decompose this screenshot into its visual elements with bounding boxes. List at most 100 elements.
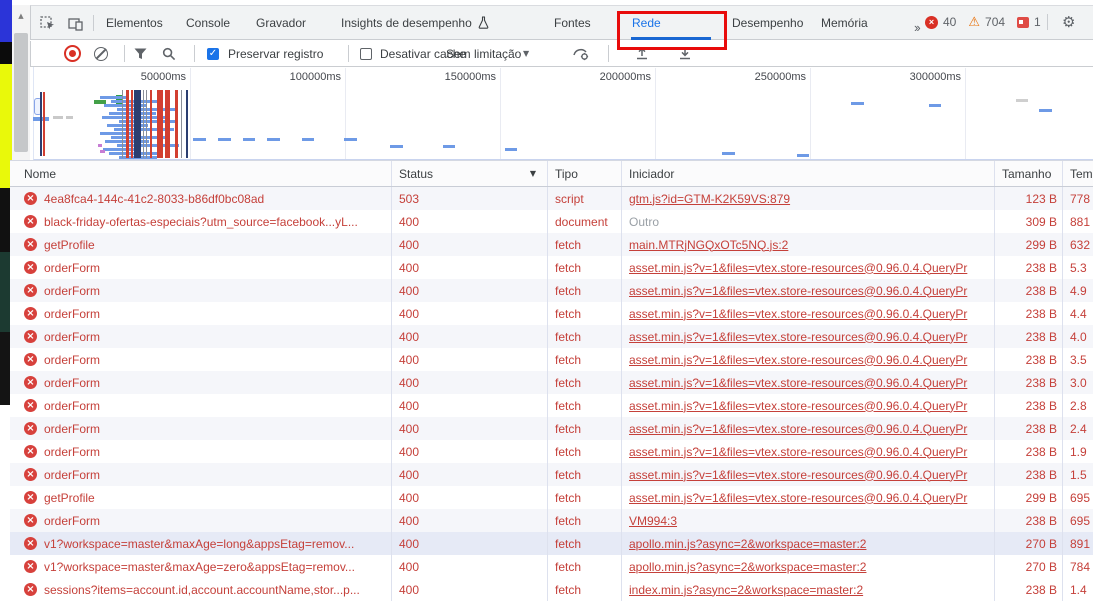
request-name-cell[interactable]: ×orderForm [10,463,392,486]
initiator-link[interactable]: asset.min.js?v=1&files=vtex.store-resour… [629,353,967,367]
scrollbar-thumb[interactable] [14,33,28,152]
request-name-cell[interactable]: ×orderForm [10,394,392,417]
initiator-link[interactable]: asset.min.js?v=1&files=vtex.store-resour… [629,284,967,298]
initiator-link[interactable]: gtm.js?id=GTM-K2K59VS:879 [629,192,790,206]
request-name-cell[interactable]: ×orderForm [10,348,392,371]
request-row[interactable]: ×v1?workspace=master&maxAge=long&appsEta… [10,532,1093,555]
request-name-cell[interactable]: ×orderForm [10,256,392,279]
tab-elementos[interactable]: Elementos [106,6,163,40]
request-row[interactable]: ×sessions?items=account.id,account.accou… [10,578,1093,601]
request-row[interactable]: ×orderForm400fetchasset.min.js?v=1&files… [10,348,1093,371]
tab-mem-ria[interactable]: Memória [821,6,868,40]
time-cell: 4.4 [1063,302,1093,325]
request-name-cell[interactable]: ×sessions?items=account.id,account.accou… [10,578,392,601]
column-header-name[interactable]: Nome [10,161,392,186]
kebab-menu-icon[interactable]: ⋮ [1089,15,1093,29]
preserve-log-checkbox[interactable]: ✓ [207,41,219,66]
request-row[interactable]: ×orderForm400fetchasset.min.js?v=1&files… [10,394,1093,417]
tab-gravador[interactable]: Gravador [256,6,306,40]
search-button[interactable] [162,41,176,66]
size-cell: 238 B [995,256,1063,279]
request-row[interactable]: ×orderForm400fetchasset.min.js?v=1&files… [10,256,1093,279]
request-name-cell[interactable]: ×black-friday-ofertas-especiais?utm_sour… [10,210,392,233]
scroll-up-arrow-icon[interactable]: ▲ [12,8,30,24]
initiator-link[interactable]: asset.min.js?v=1&files=vtex.store-resour… [629,261,967,275]
inspect-element-icon[interactable] [39,16,55,31]
column-header-size[interactable]: Tamanho [995,161,1063,186]
request-name-cell[interactable]: ×4ea8fca4-144c-41c2-8033-b86df0bc08ad [10,187,392,210]
request-row[interactable]: ×orderForm400fetchasset.min.js?v=1&files… [10,302,1093,325]
request-row[interactable]: ×orderForm400fetchasset.min.js?v=1&files… [10,325,1093,348]
request-name-cell[interactable]: ×orderForm [10,325,392,348]
request-name-cell[interactable]: ×orderForm [10,509,392,532]
column-header-initiator[interactable]: Iniciador [622,161,995,186]
request-row[interactable]: ×orderForm400fetchasset.min.js?v=1&files… [10,417,1093,440]
overview-handle[interactable] [34,98,42,115]
request-error-icon: × [24,399,37,412]
request-row[interactable]: ×black-friday-ofertas-especiais?utm_sour… [10,210,1093,233]
tab-console[interactable]: Console [186,6,230,40]
initiator-link[interactable]: asset.min.js?v=1&files=vtex.store-resour… [629,422,967,436]
initiator-link[interactable]: asset.min.js?v=1&files=vtex.store-resour… [629,330,967,344]
error-count: 40 [943,15,956,29]
network-conditions-button[interactable] [572,41,589,66]
network-overview-timeline[interactable]: 50000ms100000ms150000ms200000ms250000ms3… [33,67,1093,160]
request-name-cell[interactable]: ×orderForm [10,279,392,302]
request-row[interactable]: ×orderForm400fetchVM994:3238 B695 [10,509,1093,532]
tab-insights-de-desempenho[interactable]: Insights de desempenho [341,6,489,40]
request-row[interactable]: ×orderForm400fetchasset.min.js?v=1&files… [10,463,1093,486]
initiator-link[interactable]: apollo.min.js?async=2&workspace=master:2 [629,537,866,551]
request-name-cell[interactable]: ×v1?workspace=master&maxAge=zero&appsEta… [10,555,392,578]
page-scrollbar[interactable]: ▲ [12,5,30,160]
request-row[interactable]: ×getProfile400fetchasset.min.js?v=1&file… [10,486,1093,509]
dropdown-arrow-icon[interactable]: ▼ [523,41,529,66]
request-name-cell[interactable]: ×v1?workspace=master&maxAge=long&appsEta… [10,532,392,555]
initiator-link[interactable]: index.min.js?async=2&workspace=master:2 [629,583,863,597]
time-cell: 695 [1063,509,1093,532]
more-tabs-chevron-icon[interactable]: ›› [914,11,919,45]
disable-cache-checkbox[interactable] [360,41,372,66]
settings-gear-icon[interactable]: ⚙ [1062,15,1075,30]
request-name-cell[interactable]: ×getProfile [10,486,392,509]
initiator-cell: apollo.min.js?async=2&workspace=master:2 [622,532,995,555]
type-cell: fetch [548,302,622,325]
column-header-type[interactable]: Tipo [548,161,622,186]
device-toolbar-icon[interactable] [67,16,83,31]
request-name-cell[interactable]: ×orderForm [10,440,392,463]
preserve-log-label[interactable]: Preservar registro [228,41,323,66]
sort-desc-icon: ▼ [530,169,536,178]
type-cell: fetch [548,417,622,440]
initiator-link[interactable]: asset.min.js?v=1&files=vtex.store-resour… [629,491,967,505]
request-name-cell[interactable]: ×getProfile [10,233,392,256]
request-row[interactable]: ×orderForm400fetchasset.min.js?v=1&files… [10,440,1093,463]
record-network-log-button[interactable] [64,41,81,66]
initiator-link[interactable]: main.MTRjNGQxOTc5NQ.js:2 [629,238,788,252]
initiator-link[interactable]: apollo.min.js?async=2&workspace=master:2 [629,560,866,574]
console-badges[interactable]: × 40 ⚠ 704 1 [925,5,1041,39]
column-header-time[interactable]: Tempo [1063,161,1093,186]
tab-desempenho[interactable]: Desempenho [732,6,803,40]
type-cell: fetch [548,371,622,394]
request-name-cell[interactable]: ×orderForm [10,302,392,325]
initiator-link[interactable]: asset.min.js?v=1&files=vtex.store-resour… [629,307,967,321]
column-header-status[interactable]: Status ▼ [392,161,548,186]
request-row[interactable]: ×4ea8fca4-144c-41c2-8033-b86df0bc08ad503… [10,187,1093,210]
request-name-cell[interactable]: ×orderForm [10,417,392,440]
request-row[interactable]: ×orderForm400fetchasset.min.js?v=1&files… [10,279,1093,302]
request-row[interactable]: ×orderForm400fetchasset.min.js?v=1&files… [10,371,1093,394]
clear-network-log-button[interactable] [94,41,108,66]
request-row[interactable]: ×v1?workspace=master&maxAge=zero&appsEta… [10,555,1093,578]
initiator-link[interactable]: VM994:3 [629,514,677,528]
initiator-link[interactable]: asset.min.js?v=1&files=vtex.store-resour… [629,376,967,390]
request-name-cell[interactable]: ×orderForm [10,371,392,394]
throttling-select[interactable]: Sem limitação [446,41,521,66]
initiator-link[interactable]: asset.min.js?v=1&files=vtex.store-resour… [629,399,967,413]
request-row[interactable]: ×getProfile400fetchmain.MTRjNGQxOTc5NQ.j… [10,233,1093,256]
tab-fontes[interactable]: Fontes [554,6,591,40]
request-name: v1?workspace=master&maxAge=long&appsEtag… [44,537,354,551]
initiator-cell: asset.min.js?v=1&files=vtex.store-resour… [622,256,995,279]
initiator-link[interactable]: asset.min.js?v=1&files=vtex.store-resour… [629,445,967,459]
filter-button[interactable] [134,41,147,66]
initiator-link[interactable]: asset.min.js?v=1&files=vtex.store-resour… [629,468,967,482]
initiator-cell: asset.min.js?v=1&files=vtex.store-resour… [622,440,995,463]
